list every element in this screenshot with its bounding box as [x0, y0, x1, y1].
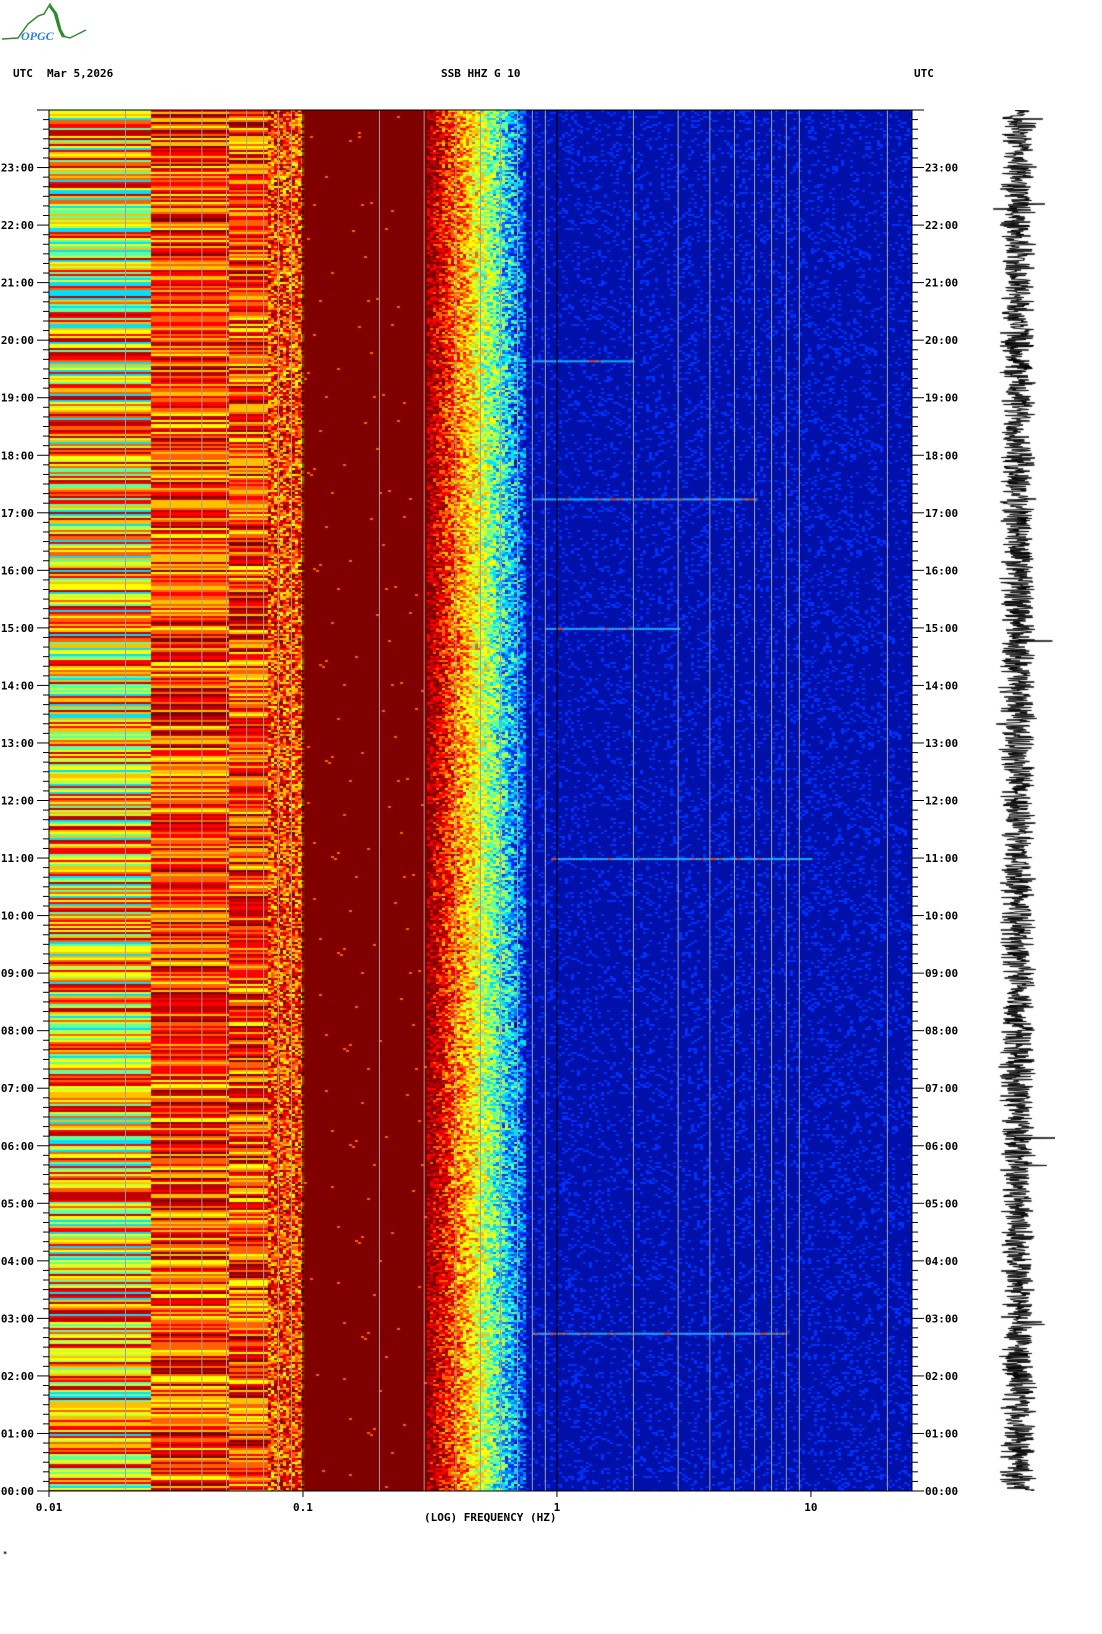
y-tick-label-left: 04:00 — [1, 1255, 34, 1268]
y-tick-label-left: 12:00 — [1, 795, 34, 808]
y-tick-label-left: 16:00 — [1, 564, 34, 577]
y-tick-label-left: 13:00 — [1, 737, 34, 750]
y-tick-label-right: 23:00 — [925, 162, 958, 175]
y-tick-label-right: 17:00 — [925, 507, 958, 520]
x-tick-label: 10 — [804, 1501, 817, 1514]
y-tick-label-left: 23:00 — [1, 162, 34, 175]
y-tick-label-right: 04:00 — [925, 1255, 958, 1268]
y-tick-label-right: 16:00 — [925, 564, 958, 577]
y-tick-label-left: 01:00 — [1, 1427, 34, 1440]
y-tick-label-right: 08:00 — [925, 1025, 958, 1038]
y-tick-label-right: 13:00 — [925, 737, 958, 750]
y-tick-label-right: 18:00 — [925, 449, 958, 462]
y-tick-label-right: 19:00 — [925, 392, 958, 405]
y-tick-label-right: 00:00 — [925, 1485, 958, 1498]
y-tick-label-right: 11:00 — [925, 852, 958, 865]
y-tick-label-left: 07:00 — [1, 1082, 34, 1095]
y-tick-label-left: 10:00 — [1, 910, 34, 923]
y-tick-label-left: 15:00 — [1, 622, 34, 635]
y-tick-label-left: 05:00 — [1, 1197, 34, 1210]
footer-mark: * — [3, 1550, 8, 1558]
y-tick-label-left: 21:00 — [1, 277, 34, 290]
y-tick-label-left: 03:00 — [1, 1312, 34, 1325]
spectrogram-axes: 0.01 0.1 1 1000:00 00:0001:00 01:0002:00 02:00… — [1, 109, 958, 1514]
y-tick-label-right: 15:00 — [925, 622, 958, 635]
spectrogram-page: OPGC UTC Mar 5,2026 SSB HHZ G 10 UTC 0.0… — [0, 0, 1102, 1634]
y-tick-label-left: 14:00 — [1, 679, 34, 692]
y-tick-label-right: 21:00 — [925, 277, 958, 290]
y-tick-label-left: 18:00 — [1, 449, 34, 462]
y-tick-label-right: 14:00 — [925, 679, 958, 692]
y-tick-label-left: 09:00 — [1, 967, 34, 980]
y-tick-label-right: 22:00 — [925, 219, 958, 232]
y-tick-label-right: 05:00 — [925, 1197, 958, 1210]
y-tick-label-right: 01:00 — [925, 1427, 958, 1440]
y-tick-label-right: 12:00 — [925, 795, 958, 808]
y-tick-label-right: 06:00 — [925, 1140, 958, 1153]
y-tick-label-left: 02:00 — [1, 1370, 34, 1383]
y-tick-label-left: 17:00 — [1, 507, 34, 520]
x-tick-label: 0.1 — [293, 1501, 313, 1514]
y-tick-label-left: 08:00 — [1, 1025, 34, 1038]
y-tick-label-left: 20:00 — [1, 334, 34, 347]
y-tick-label-right: 20:00 — [925, 334, 958, 347]
seismogram-trace — [980, 110, 1055, 1491]
y-tick-label-left: 00:00 — [1, 1485, 34, 1498]
x-axis-label: (LOG) FREQUENCY (HZ) — [424, 1511, 557, 1524]
y-tick-label-left: 22:00 — [1, 219, 34, 232]
y-tick-label-right: 03:00 — [925, 1312, 958, 1325]
y-tick-label-left: 19:00 — [1, 392, 34, 405]
y-tick-label-right: 09:00 — [925, 967, 958, 980]
y-tick-label-right: 02:00 — [925, 1370, 958, 1383]
y-tick-label-right: 07:00 — [925, 1082, 958, 1095]
y-tick-label-left: 11:00 — [1, 852, 34, 865]
y-tick-label-right: 10:00 — [925, 910, 958, 923]
y-tick-label-left: 06:00 — [1, 1140, 34, 1153]
x-tick-label: 0.01 — [36, 1501, 63, 1514]
